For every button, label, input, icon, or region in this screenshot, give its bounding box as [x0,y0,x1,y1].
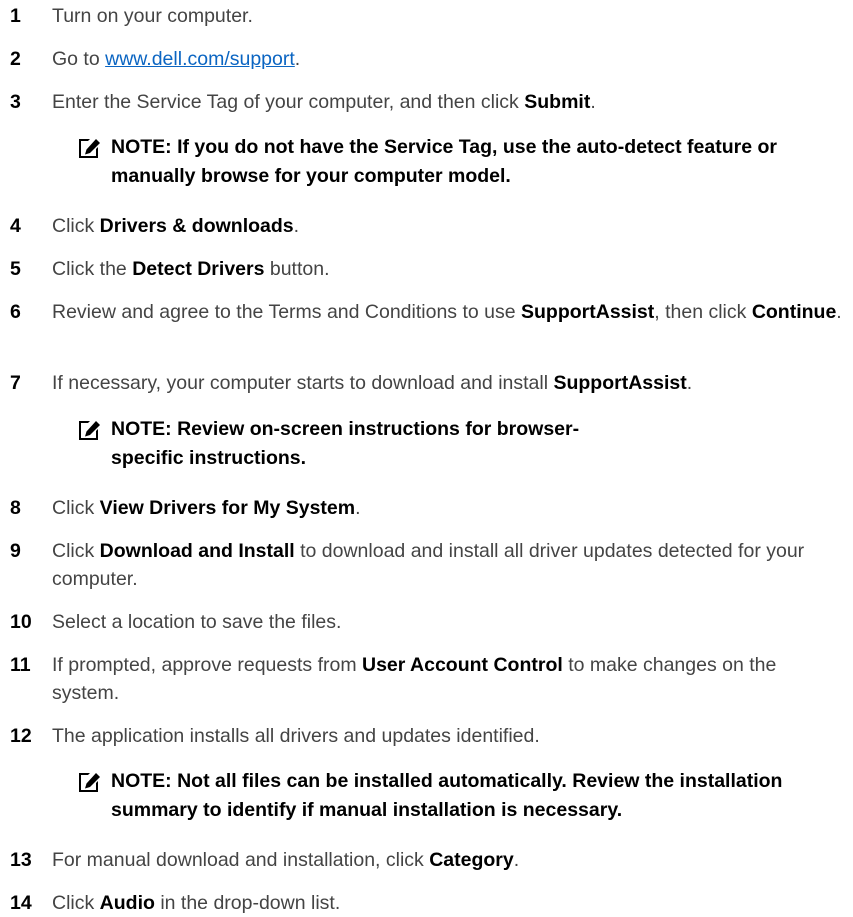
step-14: 14 Click Audio in the drop-down list. [0,889,850,917]
step-5: 5 Click the Detect Drivers button. [0,255,850,283]
step-number: 2 [10,48,21,70]
step-8: 8 Click View Drivers for My System. [0,494,850,522]
note-text: NOTE: Review on-screen instructions for … [111,418,580,469]
step-number: 3 [10,91,21,113]
step-text: Click Drivers & downloads. [52,215,300,237]
step-number: 12 [10,725,32,747]
step-text: Click Audio in the drop-down list. [52,892,341,914]
step-number: 5 [10,258,21,280]
step-text: For manual download and installation, cl… [52,849,520,871]
step-number: 7 [10,372,21,394]
step-number: 11 [10,654,31,676]
step-text: Click the Detect Drivers button. [52,258,330,280]
step-6: 6 Review and agree to the Terms and Cond… [0,298,850,326]
step-1: 1 Turn on your computer. [0,2,850,30]
step-11: 11 If prompted, approve requests from Us… [0,651,850,707]
step-number: 4 [10,215,21,237]
pencil-icon [79,139,100,158]
note-text: NOTE: Not all files can be installed aut… [111,770,783,821]
step-text: Select a location to save the files. [52,611,342,633]
step-number: 13 [10,849,32,871]
note-manual-install: NOTE: Not all files can be installed aut… [77,767,847,825]
step-3: 3 Enter the Service Tag of your computer… [0,88,850,116]
step-number: 6 [10,301,21,323]
step-text: Click Download and Install to download a… [52,540,805,590]
step-text: Click View Drivers for My System. [52,497,361,519]
step-text: The application installs all drivers and… [52,725,540,747]
step-text: Go to www.dell.com/support. [52,48,301,70]
pencil-icon [79,421,100,440]
note-service-tag: NOTE: If you do not have the Service Tag… [77,133,847,191]
note-text: NOTE: If you do not have the Service Tag… [111,136,777,187]
step-12: 12 The application installs all drivers … [0,722,850,750]
step-text: Turn on your computer. [52,5,253,27]
step-text: If necessary, your computer starts to do… [52,372,693,394]
step-number: 1 [10,5,21,27]
step-text: If prompted, approve requests from User … [52,654,777,704]
step-13: 13 For manual download and installation,… [0,846,850,874]
dell-support-link[interactable]: www.dell.com/support [105,48,295,70]
pencil-icon [79,773,100,792]
step-text: Enter the Service Tag of your computer, … [52,91,596,113]
step-10: 10 Select a location to save the files. [0,608,850,636]
step-number: 8 [10,497,21,519]
step-4: 4 Click Drivers & downloads. [0,212,850,240]
step-9: 9 Click Download and Install to download… [0,537,850,593]
step-2: 2 Go to www.dell.com/support. [0,45,850,73]
step-text: Review and agree to the Terms and Condit… [52,301,842,323]
step-number: 9 [10,540,21,562]
note-browser: NOTE: Review on-screen instructions for … [77,415,637,473]
step-number: 10 [10,611,32,633]
step-number: 14 [10,892,32,914]
step-7: 7 If necessary, your computer starts to … [0,369,850,397]
